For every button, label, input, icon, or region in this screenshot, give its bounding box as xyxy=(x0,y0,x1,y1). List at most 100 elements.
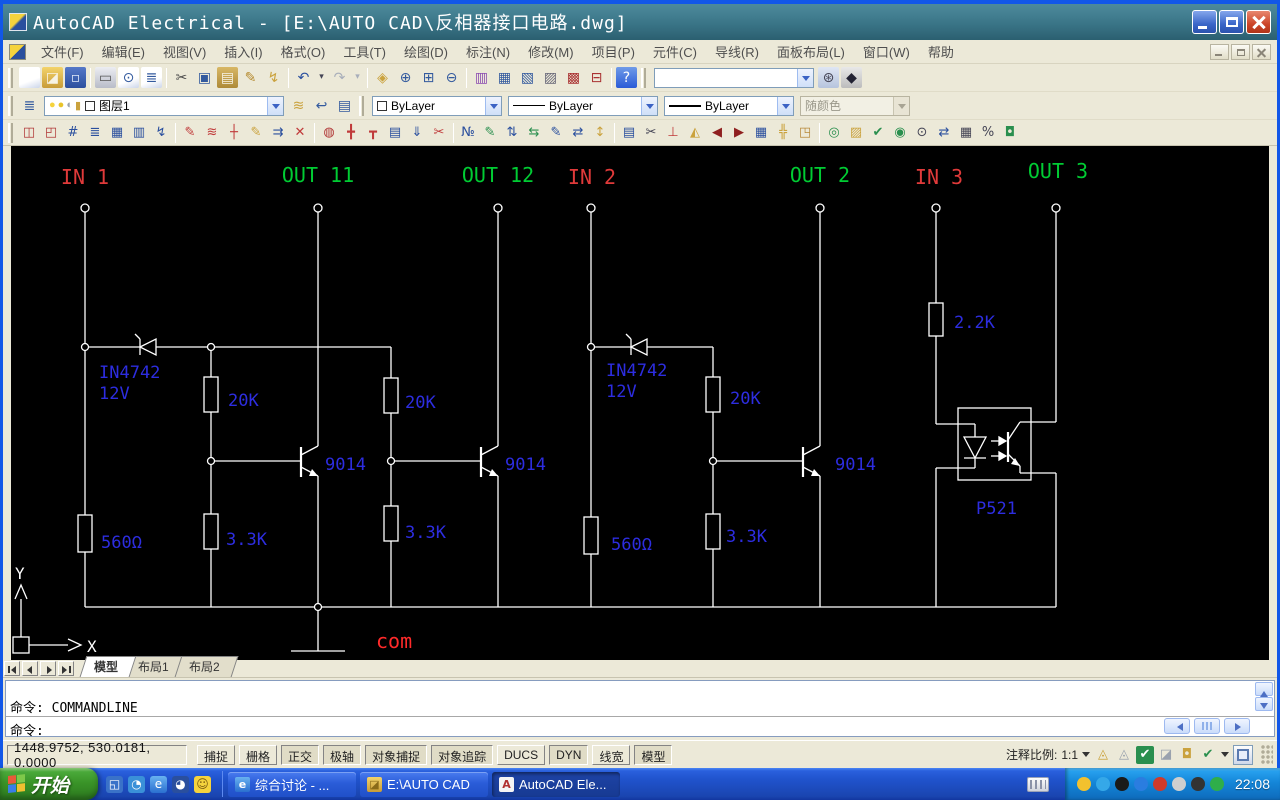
toggle-model[interactable]: 模型 xyxy=(634,745,672,765)
ae-previous-drawing-icon[interactable]: ◀ xyxy=(707,123,727,143)
designcenter-icon[interactable]: ▦ xyxy=(494,67,515,88)
ae-insert-wire-icon[interactable]: ✎ xyxy=(180,123,200,143)
ae-stretch-wire-icon[interactable]: ⇉ xyxy=(268,123,288,143)
horn-icon[interactable] xyxy=(1153,777,1167,791)
toggle-lwt[interactable]: 线宽 xyxy=(592,745,630,765)
zoom-previous-icon[interactable]: ⊖ xyxy=(441,67,462,88)
qq-icon[interactable] xyxy=(1115,777,1129,791)
show-desktop-icon[interactable]: ◱ xyxy=(106,776,123,793)
redo-icon[interactable]: ↷ xyxy=(329,67,350,88)
wangwang-icon[interactable] xyxy=(1134,777,1148,791)
menu-modify[interactable]: 修改(M) xyxy=(519,39,583,64)
menu-window[interactable]: 窗口(W) xyxy=(854,39,919,64)
toggle-dyn[interactable]: DYN xyxy=(549,745,588,765)
command-history[interactable]: 命令: COMMANDLINE xyxy=(6,681,1274,717)
menu-draw[interactable]: 绘图(D) xyxy=(395,39,457,64)
chevron-down-icon[interactable] xyxy=(267,97,283,115)
toolbar-grip[interactable] xyxy=(8,96,13,116)
coordinate-readout[interactable]: 1448.9752, 530.0181, 0.0000 xyxy=(7,745,187,765)
make-object-layer-current-icon[interactable]: ≋ xyxy=(288,95,309,116)
toggle-ortho[interactable]: 正交 xyxy=(281,745,319,765)
ae-zoom-lens-icon[interactable]: ⊙ xyxy=(912,123,932,143)
plot-preview-icon[interactable]: ⊙ xyxy=(118,67,139,88)
ae-swap-wire-number-icon[interactable]: ⇄ xyxy=(568,123,588,143)
chevron-down-icon[interactable] xyxy=(485,97,501,115)
annotation-visibility-icon[interactable]: ◬ xyxy=(1094,746,1112,764)
layer-lock-icon[interactable]: ▮ xyxy=(75,99,81,112)
resize-grip[interactable] xyxy=(1261,745,1273,765)
toggle-snap[interactable]: 捕捉 xyxy=(197,745,235,765)
toggle-grid[interactable]: 栅格 xyxy=(239,745,277,765)
ae-scoot-icon[interactable]: ✎ xyxy=(546,123,566,143)
ae-move-wire-number-icon[interactable]: ⇆ xyxy=(524,123,544,143)
save-icon[interactable]: ▫ xyxy=(65,67,86,88)
menu-help[interactable]: 帮助 xyxy=(919,39,963,64)
block-editor-icon[interactable]: ↯ xyxy=(263,67,284,88)
paste-icon[interactable]: ▤ xyxy=(217,67,238,88)
toggle-otrack[interactable]: 对象追踪 xyxy=(431,745,493,765)
ae-circuit-builder-icon[interactable]: ↯ xyxy=(151,123,171,143)
toggle-polar[interactable]: 极轴 xyxy=(323,745,361,765)
ae-shield-check-icon[interactable]: ◉ xyxy=(890,123,910,143)
toolbar-lock-icon[interactable]: ◘ xyxy=(1178,746,1196,764)
ae-lock-icon[interactable]: ◘ xyxy=(1000,123,1020,143)
toolbar-grip[interactable] xyxy=(641,68,646,88)
scroll-right-button[interactable] xyxy=(1224,718,1250,734)
chevron-down-icon[interactable] xyxy=(641,97,657,115)
ae-toggle-nc-icon[interactable]: ◭ xyxy=(685,123,705,143)
volume-icon[interactable] xyxy=(1172,777,1186,791)
task-forum[interactable]: e 综合讨论 - ... xyxy=(228,772,356,797)
prev-tab-button[interactable] xyxy=(22,661,38,676)
layer-manager-icon[interactable]: ≣ xyxy=(19,95,40,116)
open-icon[interactable]: ◪ xyxy=(42,67,63,88)
ae-wire-type-icon[interactable]: ≣ xyxy=(85,123,105,143)
undo-icon[interactable]: ↶ xyxy=(293,67,314,88)
match-properties-icon[interactable]: ✎ xyxy=(240,67,261,88)
ae-percent-icon[interactable]: % xyxy=(978,123,998,143)
ae-search-combo[interactable] xyxy=(654,68,814,88)
menu-project[interactable]: 项目(P) xyxy=(583,39,644,64)
thunder-icon[interactable] xyxy=(1096,777,1110,791)
ae-panel-grid-icon[interactable]: ╬ xyxy=(773,123,793,143)
layer-states-manager-icon[interactable]: ▤ xyxy=(334,95,355,116)
ae-edit-wire-number-icon[interactable]: ✎ xyxy=(480,123,500,143)
chevron-down-icon[interactable] xyxy=(777,97,793,115)
ae-audit-icon[interactable]: ▨ xyxy=(846,123,866,143)
pointer-icon[interactable] xyxy=(1191,777,1205,791)
menu-format[interactable]: 格式(O) xyxy=(272,39,335,64)
tray-dropdown-icon[interactable] xyxy=(1221,752,1229,761)
ae-wire-number-setup-icon[interactable]: # xyxy=(63,123,83,143)
menu-component[interactable]: 元件(C) xyxy=(644,39,706,64)
ie-icon[interactable]: e xyxy=(150,776,167,793)
toggle-osnap[interactable]: 对象捕捉 xyxy=(365,745,427,765)
ae-new-drawing-icon[interactable]: ◰ xyxy=(41,123,61,143)
toggle-ducs[interactable]: DUCS xyxy=(497,745,545,765)
toolbar-grip[interactable] xyxy=(359,96,364,116)
ae-wire-tee-icon[interactable]: ┳ xyxy=(363,123,383,143)
redo-flyout-icon[interactable]: ▾ xyxy=(352,67,363,88)
linetype-combo[interactable]: ByLayer xyxy=(508,96,658,116)
ae-insert-wire-number-icon[interactable]: № xyxy=(458,123,478,143)
minimize-button[interactable] xyxy=(1192,10,1217,34)
ae-flip-wire-icon[interactable]: ◍ xyxy=(319,123,339,143)
tab-layout2[interactable]: 布局2 xyxy=(174,656,238,677)
ae-drawing-folder-icon[interactable]: ◳ xyxy=(795,123,815,143)
task-explorer[interactable]: ◪ E:\AUTO CAD xyxy=(360,772,488,797)
ae-erc-icon[interactable]: ◎ xyxy=(824,123,844,143)
cut-icon[interactable]: ✂ xyxy=(171,67,192,88)
help-icon[interactable]: ? xyxy=(616,67,637,88)
ae-insert-arrow-icon[interactable]: ⇓ xyxy=(407,123,427,143)
ae-wire-cross-icon[interactable]: ╋ xyxy=(341,123,361,143)
smiley-icon[interactable]: ☺ xyxy=(194,776,211,793)
doc-close-button[interactable] xyxy=(1252,44,1271,60)
ae-settings-icon[interactable]: ⊛ xyxy=(818,67,839,88)
close-button[interactable] xyxy=(1246,10,1271,34)
markup-set-manager-icon[interactable]: ▩ xyxy=(563,67,584,88)
menu-edit[interactable]: 编辑(E) xyxy=(93,39,154,64)
zoom-realtime-icon[interactable]: ⊕ xyxy=(395,67,416,88)
annotation-scale-dropdown-icon[interactable] xyxy=(1082,752,1090,761)
ae-edit-wire-icon[interactable]: ✎ xyxy=(246,123,266,143)
command-hscrollbar[interactable] xyxy=(1164,718,1250,734)
layer-plot-icon[interactable]: ◐ xyxy=(66,99,73,112)
new-icon[interactable] xyxy=(19,67,40,88)
